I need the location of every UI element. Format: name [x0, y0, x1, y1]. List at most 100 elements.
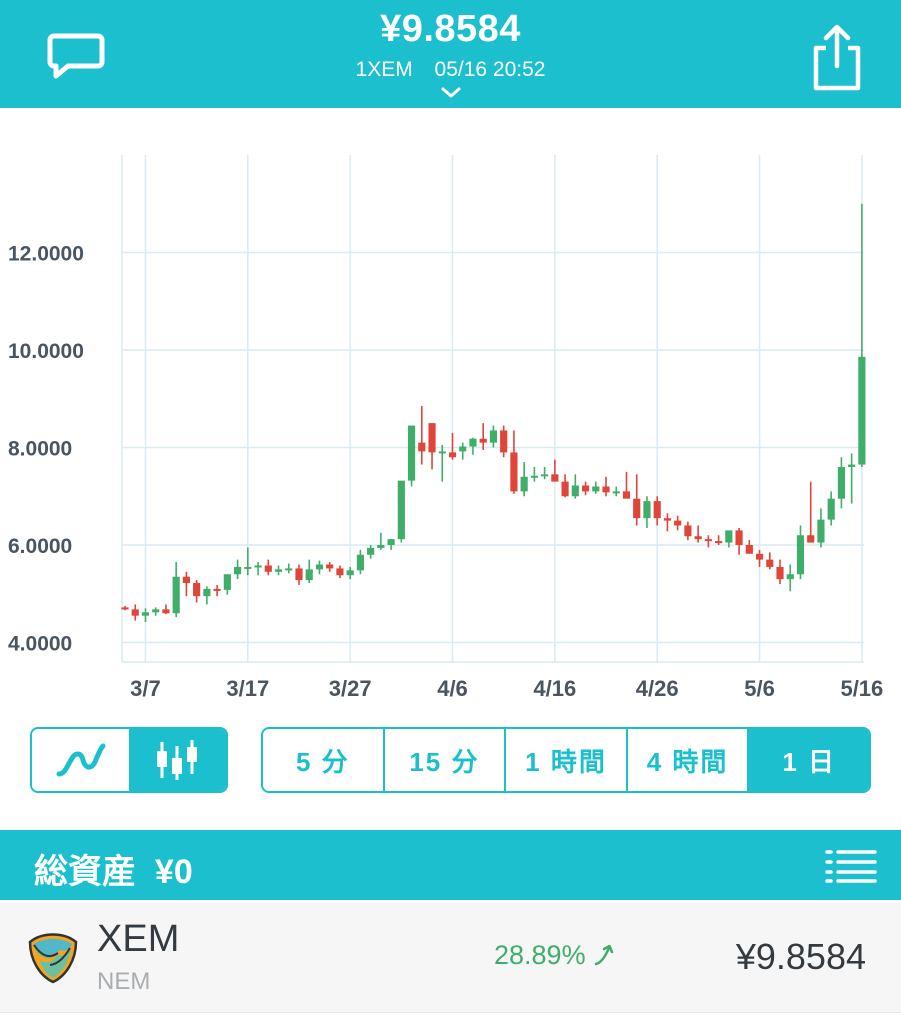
- candle-body: [612, 491, 620, 494]
- candle-body: [469, 438, 477, 447]
- candlestick-chart[interactable]: 4.0000 6.0000 8.0000 10.0000 12.0000 3/7 3/17 3…: [0, 130, 901, 710]
- total-assets-bar: 総資産 ¥0: [0, 830, 901, 900]
- candle-body: [397, 480, 405, 540]
- candle-body: [674, 520, 682, 526]
- candle-body: [233, 566, 242, 575]
- holding-change: 28.89%: [494, 940, 617, 971]
- candle-body: [796, 535, 805, 575]
- candle-body: [418, 442, 426, 452]
- total-assets-label: 総資産 ¥0: [34, 844, 193, 893]
- interval-1day[interactable]: 1 日: [749, 729, 869, 791]
- candle-body: [653, 501, 661, 519]
- candle-body: [213, 588, 221, 591]
- holding-price: ¥9.8584: [735, 936, 866, 977]
- candle-body: [295, 568, 303, 581]
- candle-body: [684, 525, 692, 537]
- candle-body: [489, 430, 498, 443]
- candle-body: [428, 423, 436, 453]
- candlestick-option[interactable]: [129, 729, 226, 791]
- candle-body: [326, 564, 334, 569]
- candle-body: [745, 545, 753, 554]
- y-tick-label: 10.0000: [8, 340, 84, 363]
- candle-body: [264, 565, 272, 572]
- candle-body: [274, 569, 283, 572]
- candle-body: [367, 547, 375, 555]
- candle-body: [162, 609, 170, 614]
- candle-body: [448, 452, 457, 458]
- candle-body: [581, 485, 590, 492]
- candle-body: [356, 554, 364, 571]
- chevron-down-icon[interactable]: [440, 86, 462, 100]
- chart-type-toggle[interactable]: [30, 727, 228, 793]
- candle-body: [438, 451, 446, 454]
- y-tick-label: 6.0000: [8, 535, 72, 558]
- candle-body: [643, 501, 651, 519]
- candle-body: [500, 430, 508, 453]
- price-datetime: 05/16 20:52: [434, 58, 546, 81]
- candle-body: [315, 564, 324, 570]
- x-tick-label: 3/27: [329, 676, 372, 701]
- candle-body: [766, 559, 774, 567]
- candle-body: [459, 446, 467, 452]
- x-tick-label: 5/6: [744, 676, 775, 701]
- line-chart-icon: [56, 743, 105, 777]
- y-tick-label: 4.0000: [8, 633, 72, 656]
- list-menu-icon[interactable]: [824, 848, 878, 884]
- interval-selector[interactable]: 5 分 15 分 1 時間 4 時間 1 日: [261, 727, 871, 793]
- candle-body: [346, 570, 354, 576]
- price-subline: 1XEM 05/16 20:52: [0, 58, 901, 82]
- candle-body: [725, 530, 733, 543]
- candle-body: [837, 467, 845, 499]
- candle-body: [182, 576, 190, 584]
- candle-body: [530, 475, 538, 478]
- candle-body: [551, 474, 559, 482]
- candle-body: [131, 609, 139, 616]
- candle-body: [203, 588, 211, 597]
- candle-body: [602, 486, 610, 493]
- candle-body: [694, 536, 702, 540]
- interval-15min[interactable]: 15 分: [385, 729, 507, 791]
- x-tick-label: 3/7: [130, 676, 161, 701]
- nem-logo-icon: [26, 930, 80, 984]
- candle-body: [827, 498, 835, 520]
- y-tick-label: 8.0000: [8, 438, 72, 461]
- price-header: ¥9.8584 1XEM 05/16 20:52: [0, 0, 901, 108]
- holding-symbol: XEM: [97, 918, 180, 960]
- x-tick-label: 4/6: [437, 676, 468, 701]
- candle-body: [817, 519, 825, 543]
- candle-body: [285, 568, 293, 571]
- candle-body: [571, 485, 579, 497]
- candle-body: [305, 569, 313, 581]
- candle-body: [715, 541, 723, 544]
- total-assets-title: 総資産: [34, 853, 136, 891]
- candle-body: [735, 530, 743, 545]
- candle-body: [776, 566, 784, 580]
- candle-body: [479, 438, 487, 443]
- candlestick-icon: [156, 740, 197, 780]
- candle-body: [121, 607, 129, 610]
- pair-label: 1XEM: [355, 58, 413, 81]
- candle-body: [193, 583, 201, 597]
- interval-1hour[interactable]: 1 時間: [506, 729, 628, 791]
- candle-body: [755, 553, 764, 560]
- candle-body: [254, 565, 262, 568]
- x-tick-label: 3/17: [226, 676, 269, 701]
- candle-body: [848, 464, 856, 467]
- x-tick-label: 4/16: [533, 676, 576, 701]
- candle-body: [704, 539, 712, 542]
- price-chart[interactable]: 4.0000 6.0000 8.0000 10.0000 12.0000 3/7 3/17 3…: [0, 130, 901, 710]
- candle-body: [510, 452, 518, 492]
- candle-body: [407, 425, 416, 481]
- interval-4hour[interactable]: 4 時間: [628, 729, 750, 791]
- candle-body: [377, 545, 385, 548]
- candle-body: [152, 609, 160, 613]
- candle-body: [336, 568, 344, 576]
- candle-body: [807, 535, 815, 543]
- candle-body: [858, 356, 866, 465]
- line-chart-option[interactable]: [32, 729, 129, 791]
- share-icon[interactable]: [808, 22, 866, 92]
- interval-5min[interactable]: 5 分: [263, 729, 385, 791]
- candle-body: [223, 574, 231, 590]
- candle-body: [663, 518, 672, 521]
- total-assets-value: ¥0: [154, 853, 193, 891]
